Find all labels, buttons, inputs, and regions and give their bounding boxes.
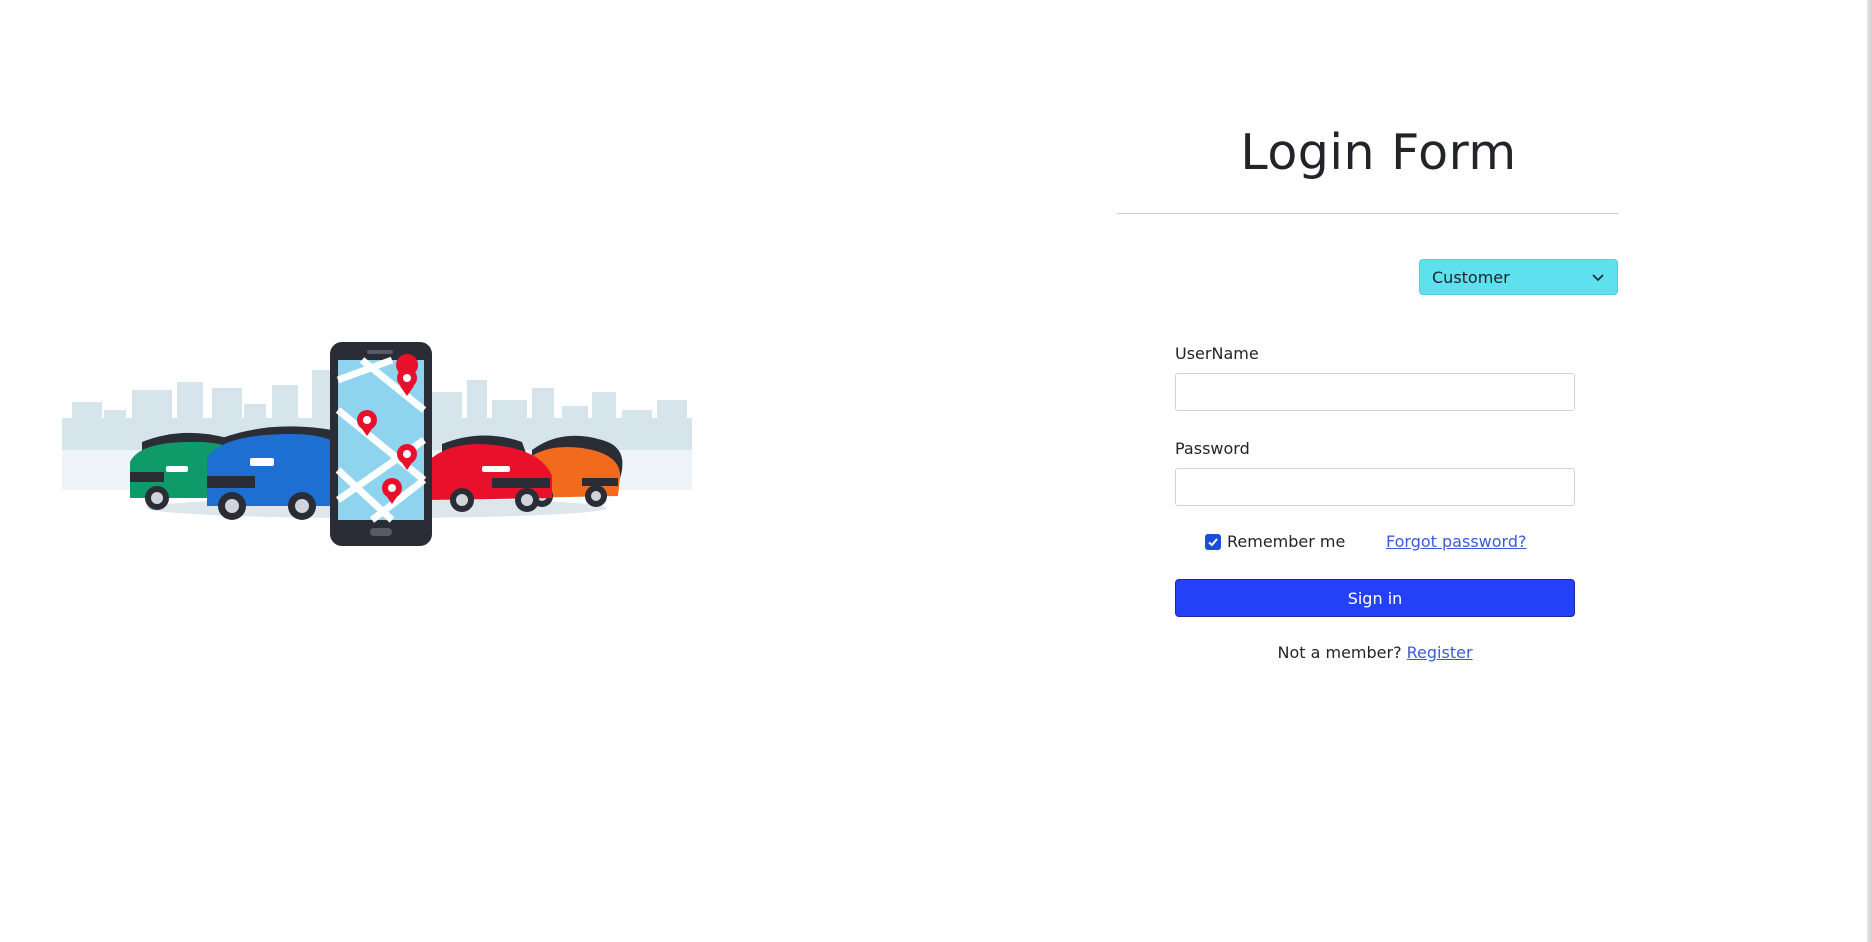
chevron-down-icon (1592, 274, 1604, 282)
login-panel: Login Form Customer UserName Password Re… (1117, 100, 1618, 662)
login-form: UserName Password Remember me Forgot pas… (1175, 344, 1575, 662)
username-label: UserName (1175, 344, 1259, 363)
register-row: Not a member? Register (1175, 643, 1575, 662)
window-edge (1867, 0, 1872, 942)
remember-row: Remember me Forgot password? (1175, 532, 1575, 552)
role-select[interactable]: Customer (1419, 259, 1618, 295)
forgot-password-link[interactable]: Forgot password? (1386, 532, 1526, 552)
username-group: UserName (1175, 344, 1575, 411)
car-app-illustration (62, 342, 692, 546)
sign-in-button[interactable]: Sign in (1175, 579, 1575, 617)
register-link[interactable]: Register (1407, 643, 1473, 662)
remember-label: Remember me (1227, 532, 1346, 551)
role-select-value: Customer (1432, 267, 1510, 287)
page-title: Login Form (1240, 124, 1517, 181)
login-page: Login Form Customer UserName Password Re… (0, 0, 1872, 942)
phone-map (330, 342, 432, 546)
not-member-text: Not a member? (1277, 643, 1407, 662)
username-input[interactable] (1175, 373, 1575, 411)
password-group: Password (1175, 439, 1575, 506)
password-label: Password (1175, 439, 1250, 458)
title-divider (1117, 213, 1618, 214)
password-input[interactable] (1175, 468, 1575, 506)
checkmark-icon (1208, 538, 1218, 547)
remember-checkbox[interactable] (1205, 534, 1221, 550)
